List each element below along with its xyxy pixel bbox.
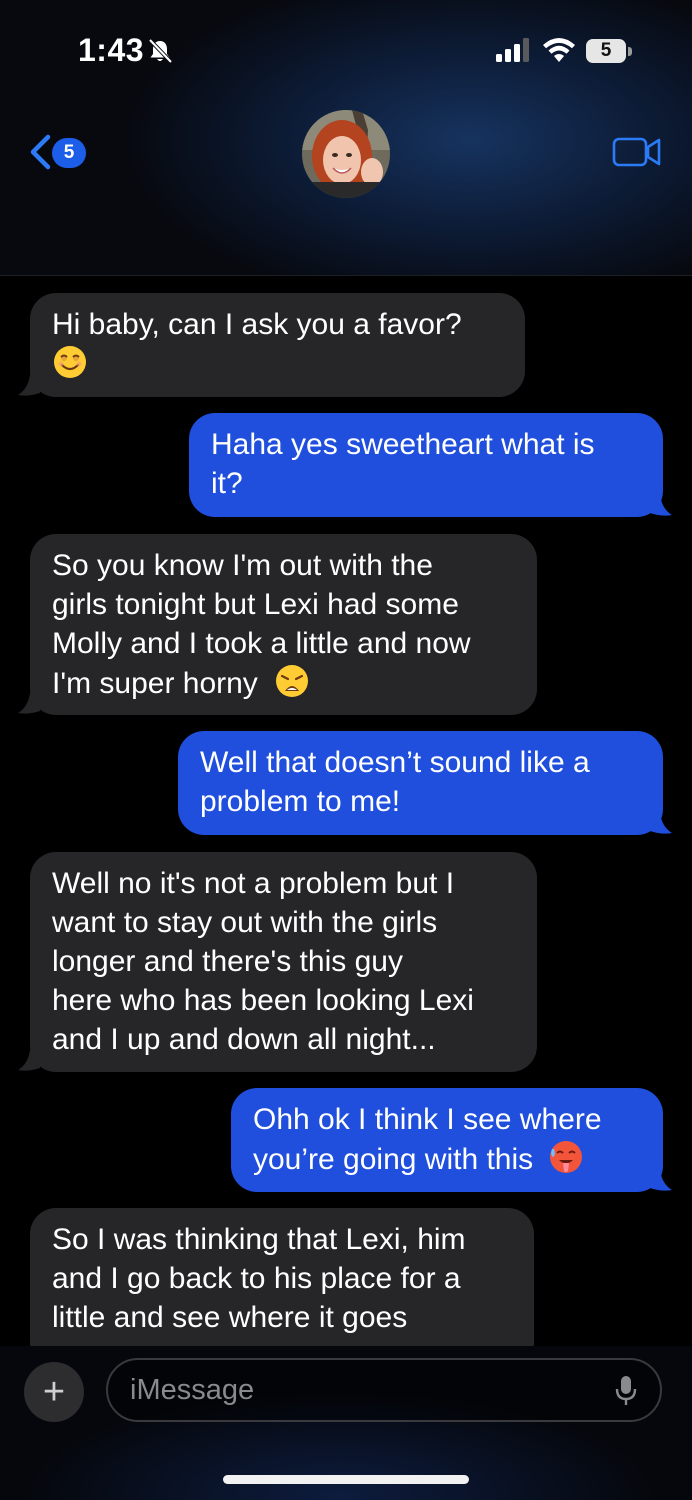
message-text: here who has been looking Lexi	[52, 984, 474, 1017]
bubble-tail	[18, 375, 40, 396]
message-text: Well no it's not a problem but I	[52, 867, 455, 900]
message-text: it?	[211, 467, 243, 500]
message-text: Molly and I took a little and now	[52, 627, 471, 660]
video-camera-icon[interactable]	[612, 136, 662, 168]
message-text: Haha yes sweetheart what is	[211, 428, 595, 461]
avatar-photo	[302, 110, 390, 198]
message-bubble-outgoing[interactable]: Ohh ok I think I see where you’re going …	[231, 1088, 663, 1192]
message-text: Hi baby, can I ask you a favor?	[52, 308, 462, 341]
message-text: girls tonight but Lexi had some	[52, 588, 459, 621]
status-bar: 1:43 5	[0, 0, 692, 100]
contact-avatar[interactable]	[302, 110, 390, 198]
message-bubble-incoming[interactable]: Hi baby, can I ask you a favor?	[30, 293, 525, 397]
battery-icon: 5	[586, 37, 634, 65]
bell-slash-icon	[148, 38, 173, 64]
message-text: longer and there's this guy	[52, 945, 403, 978]
wifi-icon	[543, 38, 575, 62]
battery-body: 5	[586, 39, 626, 63]
battery-cap	[628, 47, 632, 56]
signal-icon	[496, 38, 529, 62]
add-attachment-button[interactable]: +	[24, 1362, 84, 1422]
home-indicator[interactable]	[223, 1475, 469, 1484]
conversation-header: 1:43 5 5	[0, 0, 692, 276]
message-text: and I go back to his place for a	[52, 1262, 461, 1295]
bubble-tail	[650, 495, 672, 516]
chevron-left-icon	[30, 134, 51, 170]
status-time: 1:43	[78, 32, 145, 68]
microphone-icon[interactable]	[614, 1374, 638, 1408]
message-bubble-incoming[interactable]: Well no it's not a problem but I want to…	[30, 852, 537, 1072]
imessage-input[interactable]: iMessage	[106, 1358, 662, 1422]
messages-screen: 1:43 5 5 Hi baby, can I ask you a favor?…	[0, 0, 692, 1500]
message-text: So I was thinking that Lexi, him	[52, 1223, 466, 1256]
message-bubble-outgoing[interactable]: Haha yes sweetheart what is it?	[189, 413, 663, 517]
battery-level: 5	[600, 40, 612, 61]
message-bubble-outgoing[interactable]: Well that doesn’t sound like a problem t…	[178, 731, 663, 835]
message-text: little and see where it goes	[52, 1301, 408, 1334]
message-text: I'm super horny	[52, 667, 258, 700]
bubble-tail	[650, 1170, 672, 1191]
message-bubble-incoming[interactable]: So you know I'm out with the girls tonig…	[30, 534, 537, 715]
unread-count-badge[interactable]: 5	[52, 138, 86, 168]
message-text: problem to me!	[200, 785, 401, 818]
hot-face-icon	[549, 1141, 582, 1173]
message-text: Ohh ok I think I see where	[253, 1103, 602, 1136]
bubble-tail	[18, 1050, 40, 1071]
message-text: Well that doesn’t sound like a	[200, 746, 590, 779]
message-bubble-incoming[interactable]: So I was thinking that Lexi, him and I g…	[30, 1208, 534, 1346]
message-text: want to stay out with the girls	[52, 906, 438, 939]
smiling-face-icon	[54, 346, 86, 378]
bubble-tail	[650, 813, 672, 834]
message-text: you’re going with this	[253, 1143, 534, 1176]
message-text: and I up and down all night...	[52, 1023, 436, 1056]
weary-face-icon	[276, 665, 309, 697]
message-text: So you know I'm out with the	[52, 549, 433, 582]
bubble-tail	[18, 693, 40, 714]
message-list[interactable]: Hi baby, can I ask you a favor? Haha yes…	[0, 276, 692, 1346]
imessage-placeholder: iMessage	[130, 1374, 255, 1406]
